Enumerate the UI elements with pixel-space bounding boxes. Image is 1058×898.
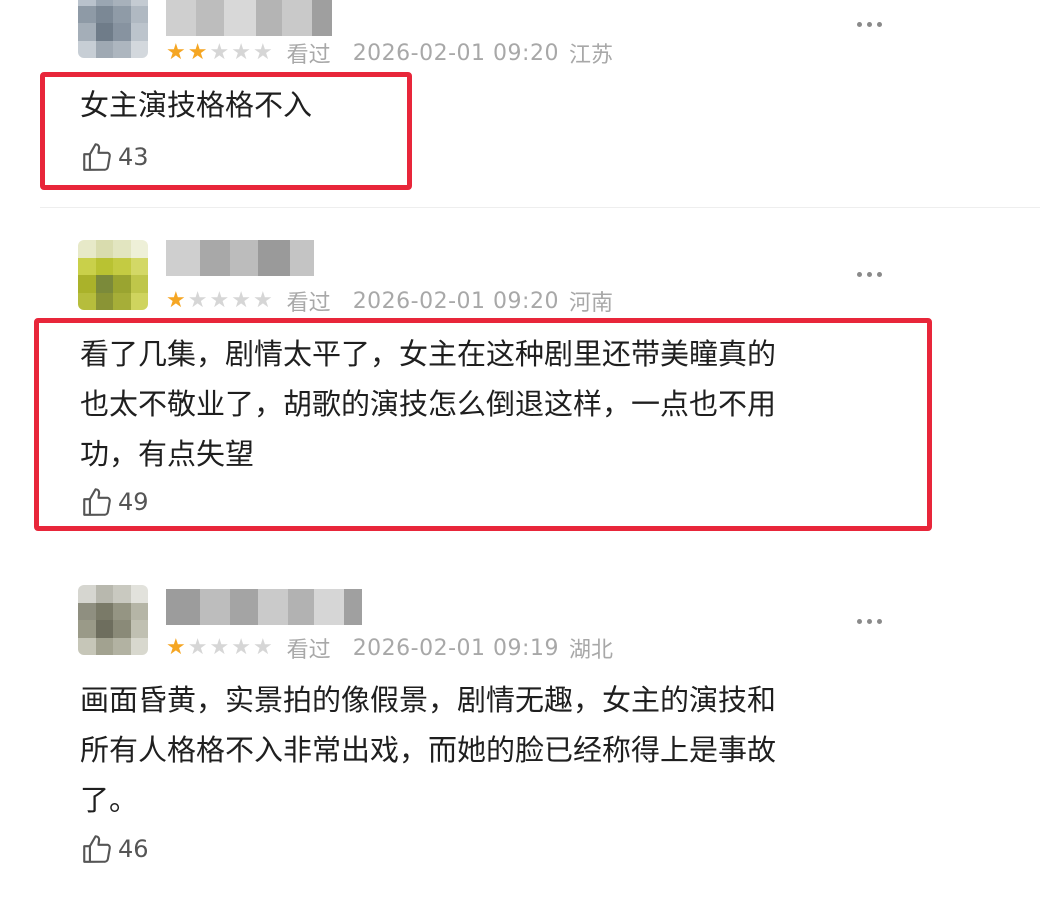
star-icon: ★ [166,635,186,660]
divider [40,207,1040,208]
star-icon: ★ [209,40,230,65]
star-icon: ★ [187,288,208,313]
star-icon: ★ [187,40,208,65]
star-icon: ★ [231,40,251,65]
star-rating: ★ ★ ★ ★ ★ [166,290,273,312]
comment-location: 湖北 [568,638,613,663]
comment-datetime: 2026-02-01 09:20 [352,288,559,314]
star-rating: ★ ★ ★ ★ ★ [166,637,273,659]
comment-meta: ★ ★ ★ ★ ★ 看过 2026-02-01 09:20 江苏 [166,38,613,69]
like-button[interactable]: 46 [80,831,149,867]
username-blurred[interactable] [166,240,314,276]
comment-location: 河南 [568,291,613,316]
star-icon: ★ [252,288,273,313]
avatar[interactable] [78,0,148,58]
star-icon: ★ [166,288,186,313]
star-icon: ★ [252,40,273,65]
avatar[interactable] [78,240,148,310]
star-icon: ★ [166,40,186,65]
more-dots-icon[interactable] [857,611,882,631]
highlight-box [34,318,932,531]
comment-datetime: 2026-02-01 09:20 [352,40,559,66]
comment-meta: ★ ★ ★ ★ ★ 看过 2026-02-01 09:20 河南 [166,286,613,317]
username-blurred[interactable] [166,0,332,36]
watched-label: 看过 [286,43,331,68]
star-icon: ★ [231,635,251,660]
comment-text: 画面昏黄，实景拍的像假景，剧情无趣，女主的演技和 所有人格格不入非常出戏，而她的… [80,675,880,825]
star-icon: ★ [209,288,230,313]
username-blurred[interactable] [166,589,362,625]
comment-line: 画面昏黄，实景拍的像假景，剧情无趣，女主的演技和 [80,683,777,717]
comment-meta: ★ ★ ★ ★ ★ 看过 2026-02-01 09:19 湖北 [166,633,613,664]
comment-location: 江苏 [568,43,613,68]
star-icon: ★ [231,288,251,313]
like-count: 46 [118,835,149,863]
avatar[interactable] [78,585,148,655]
star-rating: ★ ★ ★ ★ ★ [166,42,273,64]
comment-line: 所有人格格不入非常出戏，而她的脸已经称得上是事故 [80,733,777,767]
highlight-box [40,72,412,190]
watched-label: 看过 [286,291,331,316]
more-dots-icon[interactable] [857,264,882,284]
comment-line: 了。 [80,783,139,817]
more-dots-icon[interactable] [857,14,882,34]
star-icon: ★ [187,635,208,660]
comment-datetime: 2026-02-01 09:19 [352,635,559,661]
star-icon: ★ [209,635,230,660]
thumbs-up-icon [83,835,111,863]
star-icon: ★ [252,635,273,660]
watched-label: 看过 [286,638,331,663]
